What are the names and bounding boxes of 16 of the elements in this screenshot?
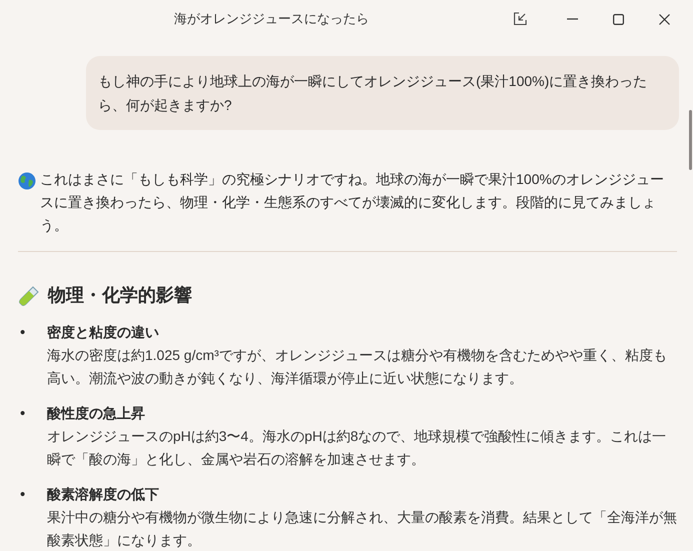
bullet: •: [19, 323, 26, 343]
item-body: 海水の密度は約1.025 g/cm³ですが、オレンジジュースは糖分や有機物を含むためやや重く、粘度も高い。潮流や波の動きが鈍くなり、海洋循環が停止に近い状態になります。: [47, 346, 668, 388]
item-title: 密度と粘度の違い: [47, 323, 160, 342]
globe-icon: [18, 172, 36, 190]
scrollbar-thumb[interactable]: [689, 110, 692, 170]
test-tube-icon: [18, 284, 40, 306]
item-title: 酸性度の急上昇: [47, 404, 146, 423]
bullet: •: [19, 485, 26, 505]
user-message: もし神の手により地球上の海が一瞬にしてオレンジジュース(果汁100%)に置き換わったら、何が起きますか?: [86, 56, 679, 130]
section-heading: 物理・化学的影響: [48, 284, 192, 307]
item-title: 酸素溶解度の低下: [47, 485, 160, 504]
window-title: 海がオレンジジュースになったら: [174, 10, 369, 28]
item-body: オレンジジュースのpHは約3〜4。海水のpHは約8なので、地球規模で強酸性に傾きます。これは一瞬で「酸の海」と化し、金属や岩石の溶解を加速させます。: [47, 427, 668, 469]
item-body: 果汁中の糖分や有機物が微生物により急速に分解され、大量の酸素を消費。結果として「全海洋が無酸素状態」になります。: [47, 508, 677, 550]
response-intro: これはまさに「もしも科学」の究極シナリオですね。地球の海が一瞬で果汁100%のオレンジジュースに置き換わったら、物理・化学・生態系のすべてが壊滅的に変化します。段階的に見てみましょう。: [40, 170, 665, 235]
bullet: •: [19, 404, 26, 424]
